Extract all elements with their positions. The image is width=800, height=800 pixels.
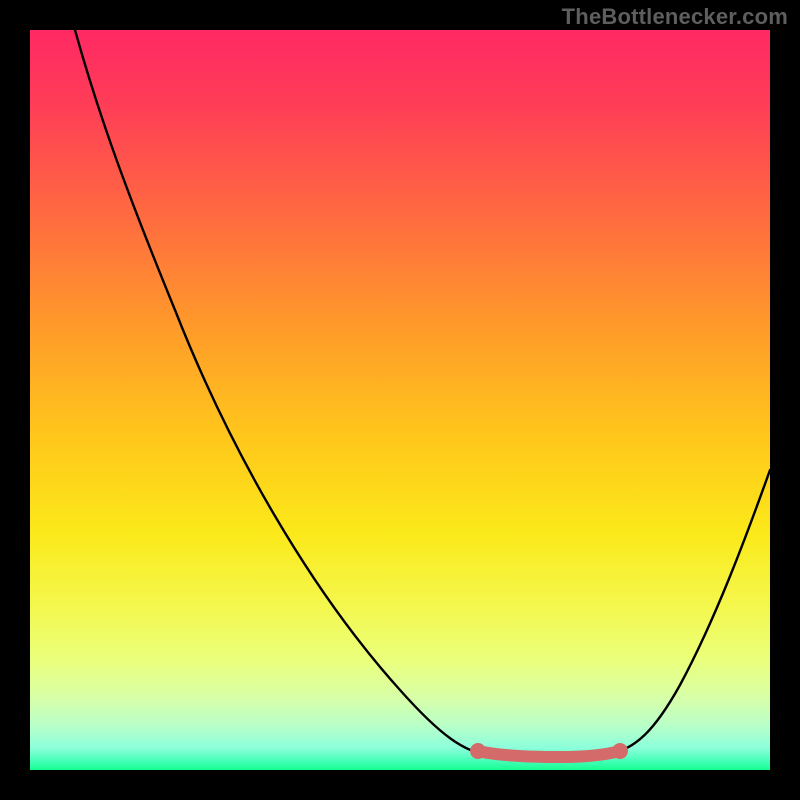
chart-plot-area [30,30,770,770]
chart-valley-start-dot [470,743,486,759]
watermark-text: TheBottlenecker.com [562,4,788,30]
chart-curve-svg [30,30,770,770]
chart-valley-end-dot [612,743,628,759]
chart-curve [75,30,770,756]
chart-valley-highlight [478,751,620,757]
